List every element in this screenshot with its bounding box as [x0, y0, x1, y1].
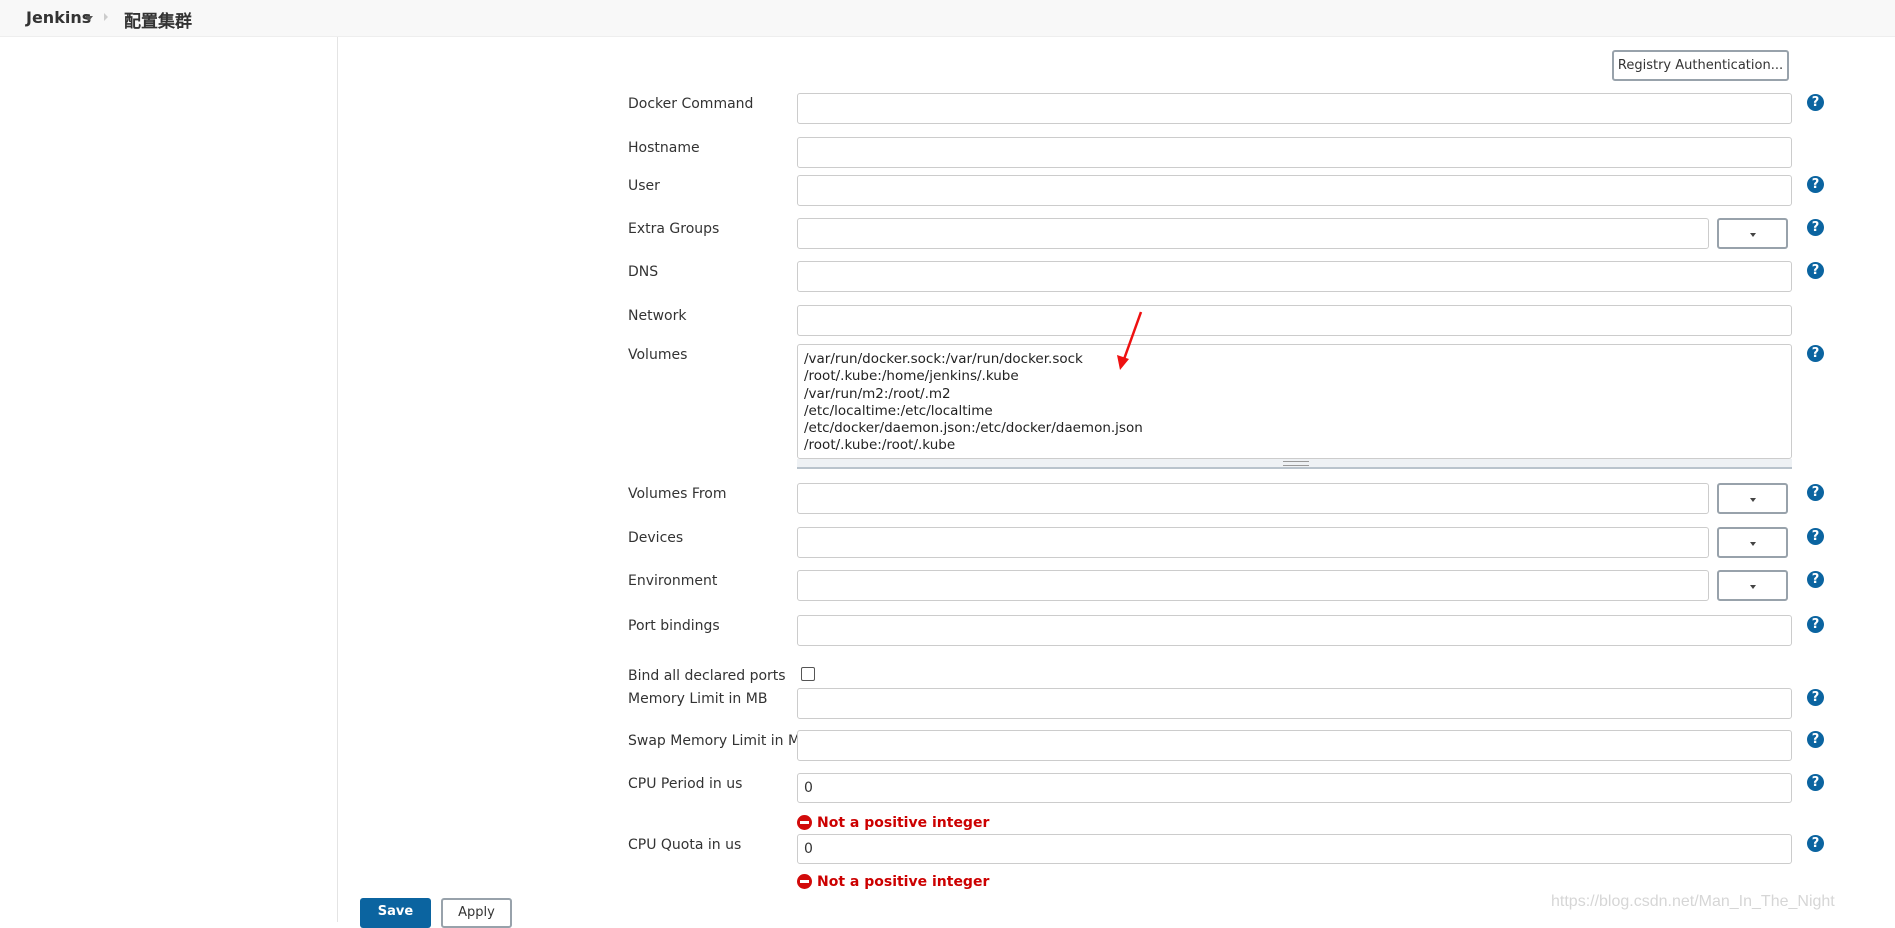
port-bindings-input[interactable] — [797, 615, 1792, 646]
dns-label: DNS — [628, 264, 659, 280]
swap-memory-limit-in-mb-input[interactable] — [797, 730, 1792, 761]
dns-input[interactable] — [797, 261, 1792, 292]
apply-button[interactable]: Apply — [441, 898, 512, 928]
annotation-arrow-icon — [1117, 311, 1143, 370]
help-icon[interactable]: ? — [1807, 94, 1824, 111]
extra-groups-dropdown-button[interactable] — [1717, 218, 1788, 249]
sidebar-divider — [337, 37, 338, 922]
help-icon[interactable]: ? — [1807, 689, 1824, 706]
volumes-from-dropdown-button[interactable] — [1717, 483, 1788, 514]
docker-command-label: Docker Command — [628, 96, 754, 112]
port-bindings-label: Port bindings — [628, 618, 720, 634]
watermark: https://blog.csdn.net/Man_In_The_Night — [1551, 893, 1835, 910]
volumes-from-input[interactable] — [797, 483, 1709, 514]
breadcrumb-current[interactable]: 配置集群 — [124, 7, 192, 32]
error-message: Not a positive integer — [817, 874, 990, 890]
hostname-input[interactable] — [797, 137, 1792, 168]
memory-limit-in-mb-label: Memory Limit in MB — [628, 691, 768, 707]
hostname-label: Hostname — [628, 140, 700, 156]
devices-label: Devices — [628, 530, 684, 546]
help-icon[interactable]: ? — [1807, 571, 1824, 588]
error-icon — [797, 874, 812, 889]
help-icon[interactable]: ? — [1807, 774, 1824, 791]
bind-all-declared-ports-checkbox[interactable] — [801, 667, 815, 681]
help-icon[interactable]: ? — [1807, 484, 1824, 501]
help-icon[interactable]: ? — [1807, 528, 1824, 545]
memory-limit-in-mb-input[interactable] — [797, 688, 1792, 719]
help-icon[interactable]: ? — [1807, 731, 1824, 748]
volumes-textarea[interactable]: /var/run/docker.sock:/var/run/docker.soc… — [797, 344, 1792, 459]
environment-dropdown-button[interactable] — [1717, 570, 1788, 601]
volumes-from-label: Volumes From — [628, 486, 727, 502]
environment-label: Environment — [628, 573, 718, 589]
help-icon[interactable]: ? — [1807, 835, 1824, 852]
swap-memory-limit-in-mb-label: Swap Memory Limit in MB — [628, 733, 810, 749]
network-input[interactable] — [797, 305, 1792, 336]
bind-all-declared-ports-label: Bind all declared ports — [628, 668, 786, 684]
cpu-quota-in-us-error: Not a positive integer — [797, 874, 989, 890]
user-label: User — [628, 178, 660, 194]
network-label: Network — [628, 308, 687, 324]
extra-groups-input[interactable] — [797, 218, 1709, 249]
breadcrumb-separator-icon — [104, 13, 108, 21]
caret-down-icon — [1750, 585, 1756, 589]
help-icon[interactable]: ? — [1807, 345, 1824, 362]
devices-input[interactable] — [797, 527, 1709, 558]
breadcrumb-bar: Jenkins 配置集群 — [0, 0, 1895, 37]
error-icon — [797, 815, 812, 830]
error-message: Not a positive integer — [817, 815, 990, 831]
help-icon[interactable]: ? — [1807, 616, 1824, 633]
caret-down-icon — [1750, 542, 1756, 546]
volumes-label: Volumes — [628, 347, 688, 363]
volumes-resize-handle[interactable] — [797, 459, 1792, 469]
user-input[interactable] — [797, 175, 1792, 206]
cpu-period-in-us-label: CPU Period in us — [628, 776, 743, 792]
extra-groups-label: Extra Groups — [628, 221, 720, 237]
cpu-quota-in-us-label: CPU Quota in us — [628, 837, 742, 853]
devices-dropdown-button[interactable] — [1717, 527, 1788, 558]
help-icon[interactable]: ? — [1807, 262, 1824, 279]
caret-down-icon — [1750, 498, 1756, 502]
environment-input[interactable] — [797, 570, 1709, 601]
help-icon[interactable]: ? — [1807, 219, 1824, 236]
save-button[interactable]: Save — [360, 898, 431, 928]
cpu-quota-in-us-input[interactable]: 0 — [797, 834, 1792, 864]
docker-command-input[interactable] — [797, 93, 1792, 124]
help-icon[interactable]: ? — [1807, 176, 1824, 193]
grip-icon — [1283, 461, 1309, 466]
chevron-down-icon[interactable] — [85, 16, 93, 21]
caret-down-icon — [1750, 233, 1756, 237]
cpu-period-in-us-input[interactable]: 0 — [797, 773, 1792, 803]
cpu-period-in-us-error: Not a positive integer — [797, 815, 989, 831]
registry-authentication-button[interactable]: Registry Authentication... — [1612, 50, 1789, 81]
breadcrumb-jenkins[interactable]: Jenkins — [26, 8, 91, 27]
